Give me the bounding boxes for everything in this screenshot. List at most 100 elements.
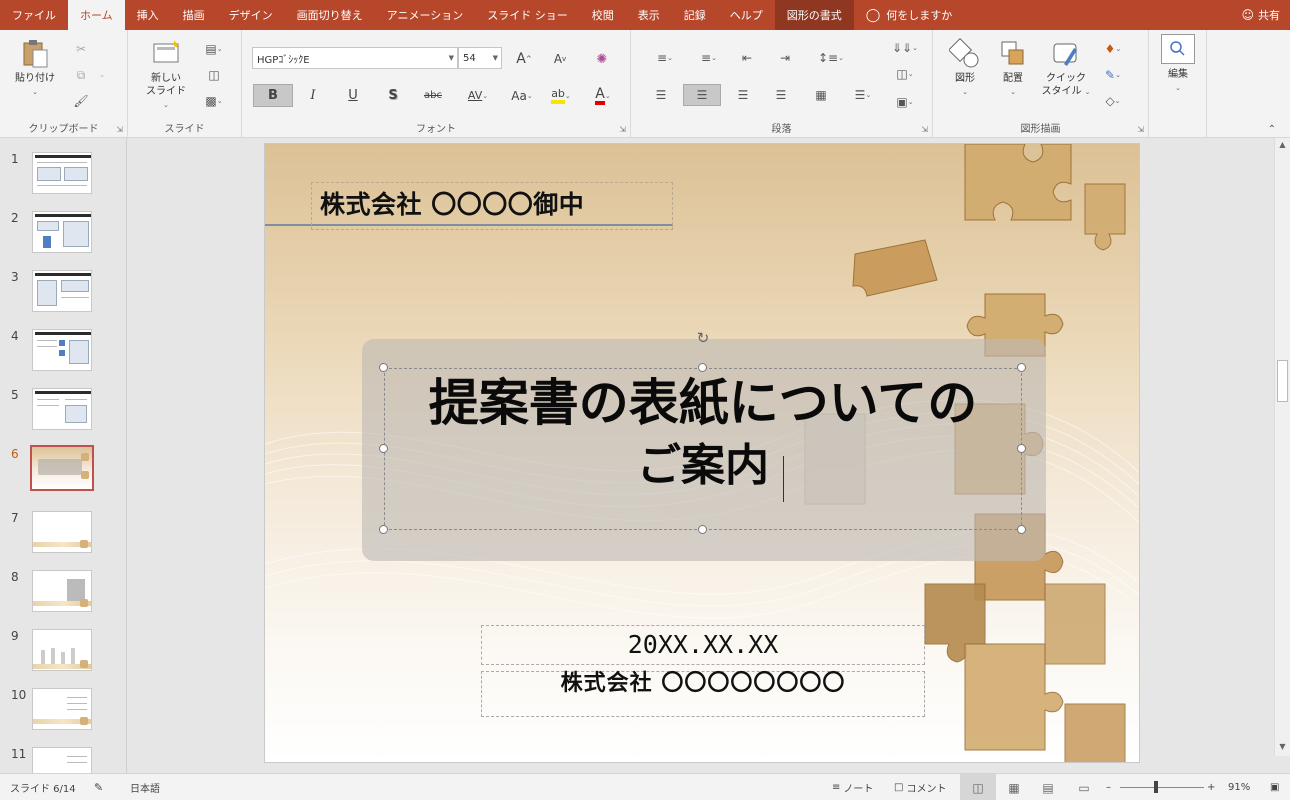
title-textbox[interactable]: 提案書の表紙についての ご案内 xyxy=(384,368,1022,496)
paragraph-launcher-icon[interactable]: ⇲ xyxy=(921,125,928,134)
smartart-icon[interactable]: ▣ ⌄ xyxy=(887,92,923,112)
tab-design[interactable]: デザイン xyxy=(217,0,285,30)
font-name-combo[interactable]: HGPｺﾞｼｯｸE ▼ xyxy=(252,47,458,69)
font-color-button[interactable]: A ⌄ xyxy=(586,84,620,107)
quick-styles-button[interactable]: クイック スタイル ⌄ xyxy=(1041,38,1091,99)
text-direction-icon[interactable]: ⇓⇓ ⌄ xyxy=(887,38,923,58)
slide-thumbnail[interactable]: 9 xyxy=(0,629,126,681)
slide-thumbnail[interactable]: 11 xyxy=(0,747,126,773)
language-indicator[interactable]: 日本語 xyxy=(130,774,160,800)
editing-button[interactable]: 編集 ⌄ xyxy=(1159,34,1197,95)
justify-icon[interactable]: ☰ xyxy=(767,84,795,106)
copy-dropdown-icon[interactable]: ⌄ xyxy=(96,66,108,84)
resize-handle[interactable] xyxy=(698,363,707,372)
bullets-icon[interactable]: ≡ ⌄ xyxy=(647,48,683,68)
notes-button[interactable]: ≡ ノート xyxy=(832,774,873,800)
slide-thumbnail[interactable]: 2 xyxy=(0,211,126,263)
resize-handle[interactable] xyxy=(698,525,707,534)
highlight-color-button[interactable]: ab ⌄ xyxy=(544,84,578,107)
collapse-ribbon-icon[interactable]: ⌃ xyxy=(1262,122,1282,136)
tab-view[interactable]: 表示 xyxy=(626,0,672,30)
slide-canvas[interactable]: 株式会社 〇〇〇〇御中 提案書の表紙についての ご案内 ↻ 20XX.XX.XX… xyxy=(264,143,1140,763)
resize-handle[interactable] xyxy=(379,444,388,453)
clear-formatting-icon[interactable]: ✺ xyxy=(590,48,614,70)
resize-handle[interactable] xyxy=(1017,444,1026,453)
slide-thumbnail[interactable]: 10 xyxy=(0,688,126,740)
grow-font-button[interactable]: A ^ xyxy=(512,48,536,70)
tell-me-search[interactable]: ◯ 何をしますか xyxy=(854,0,965,30)
arrange-button[interactable]: 配置 ⌄ xyxy=(991,38,1035,99)
reset-icon[interactable]: ◫ xyxy=(200,66,228,84)
align-left-icon[interactable]: ☰ xyxy=(647,84,675,106)
slideshow-icon[interactable]: ▭ xyxy=(1066,774,1102,800)
slide-thumbnail[interactable]: 1 xyxy=(0,152,126,204)
tab-animations[interactable]: アニメーション xyxy=(375,0,476,30)
drawing-launcher-icon[interactable]: ⇲ xyxy=(1137,125,1144,134)
strikethrough-button[interactable]: abc xyxy=(418,84,448,107)
tab-slideshow[interactable]: スライド ショー xyxy=(475,0,580,30)
resize-handle[interactable] xyxy=(1017,363,1026,372)
resize-handle[interactable] xyxy=(379,525,388,534)
resize-handle[interactable] xyxy=(379,363,388,372)
columns-icon[interactable]: ▦ xyxy=(807,84,835,106)
scroll-down-icon[interactable]: ▼ xyxy=(1275,740,1290,754)
tab-home[interactable]: ホーム xyxy=(68,0,125,30)
reading-view-icon[interactable]: ▤ xyxy=(1030,774,1066,800)
underline-button[interactable]: U xyxy=(340,84,366,107)
zoom-out-icon[interactable]: – xyxy=(1106,774,1111,800)
spellcheck-icon[interactable]: ✎ xyxy=(94,774,103,800)
font-size-combo[interactable]: 54 ▼ xyxy=(458,47,502,69)
character-spacing-button[interactable]: AV ⌄ xyxy=(460,84,496,107)
scroll-up-icon[interactable]: ▲ xyxy=(1275,138,1290,152)
tab-insert[interactable]: 挿入 xyxy=(125,0,171,30)
slide-thumbnail[interactable]: 7 xyxy=(0,511,126,563)
vertical-scrollbar[interactable]: ▲ ▼ xyxy=(1274,138,1290,756)
distributed-icon[interactable]: ☰ ⌄ xyxy=(845,84,881,106)
zoom-slider[interactable] xyxy=(1120,787,1204,788)
slide-sorter-icon[interactable]: ▦ xyxy=(996,774,1032,800)
tab-file[interactable]: ファイル xyxy=(0,0,68,30)
font-launcher-icon[interactable]: ⇲ xyxy=(619,125,626,134)
tab-transitions[interactable]: 画面切り替え xyxy=(285,0,375,30)
zoom-slider-thumb[interactable] xyxy=(1154,781,1158,793)
new-slide-button[interactable]: 新しい スライド ⌄ xyxy=(142,38,190,112)
rotate-handle-icon[interactable]: ↻ xyxy=(695,330,711,346)
resize-handle[interactable] xyxy=(1017,525,1026,534)
comments-button[interactable]: □ コメント xyxy=(894,774,946,800)
text-shadow-button[interactable]: S xyxy=(380,84,406,107)
decrease-indent-icon[interactable]: ⇤ xyxy=(735,48,759,68)
fit-slide-icon[interactable]: ▣ xyxy=(1270,774,1279,800)
zoom-in-icon[interactable]: + xyxy=(1207,774,1215,800)
date-textbox[interactable]: 20XX.XX.XX xyxy=(481,625,925,665)
company-textbox[interactable]: 株式会社 〇〇〇〇〇〇〇〇 xyxy=(481,664,925,704)
layout-icon[interactable]: ▤ ⌄ xyxy=(200,40,228,58)
numbering-icon[interactable]: ≡ ⌄ xyxy=(691,48,727,68)
recipient-textbox[interactable]: 株式会社 〇〇〇〇御中 xyxy=(311,182,673,230)
slide-thumbnail[interactable]: 5 xyxy=(0,388,126,440)
change-case-button[interactable]: Aa ⌄ xyxy=(504,84,540,107)
copy-icon[interactable]: ⧉ xyxy=(70,66,92,84)
paste-button[interactable]: 貼り付け ⌄ xyxy=(12,38,58,99)
zoom-level[interactable]: 91% xyxy=(1228,774,1250,800)
italic-button[interactable]: I xyxy=(300,84,326,107)
tab-draw[interactable]: 描画 xyxy=(171,0,217,30)
normal-view-icon[interactable]: ◫ xyxy=(960,774,996,800)
shape-fill-icon[interactable]: ♦ ⌄ xyxy=(1093,38,1133,60)
shrink-font-button[interactable]: Av xyxy=(548,48,572,70)
tab-review[interactable]: 校閲 xyxy=(580,0,626,30)
scrollbar-thumb[interactable] xyxy=(1277,360,1288,402)
slide-thumbnail[interactable]: 3 xyxy=(0,270,126,322)
cut-icon[interactable]: ✂ xyxy=(70,40,92,58)
tab-shape-format[interactable]: 図形の書式 xyxy=(774,0,854,30)
align-text-icon[interactable]: ◫ ⌄ xyxy=(887,64,923,84)
shape-outline-icon[interactable]: ✎ ⌄ xyxy=(1093,64,1133,86)
align-center-icon[interactable]: ☰ xyxy=(683,84,721,106)
share-button[interactable]: ☺ 共有 xyxy=(1241,0,1280,30)
section-icon[interactable]: ▩ ⌄ xyxy=(200,92,228,110)
slide-thumbnail[interactable]: 4 xyxy=(0,329,126,381)
line-spacing-icon[interactable]: ↕≡ ⌄ xyxy=(813,48,849,68)
format-painter-icon[interactable]: 🖌 xyxy=(70,92,92,110)
slide-thumbnail-selected[interactable]: 6 xyxy=(0,445,126,499)
tab-record[interactable]: 記録 xyxy=(672,0,718,30)
clipboard-launcher-icon[interactable]: ⇲ xyxy=(116,125,123,134)
